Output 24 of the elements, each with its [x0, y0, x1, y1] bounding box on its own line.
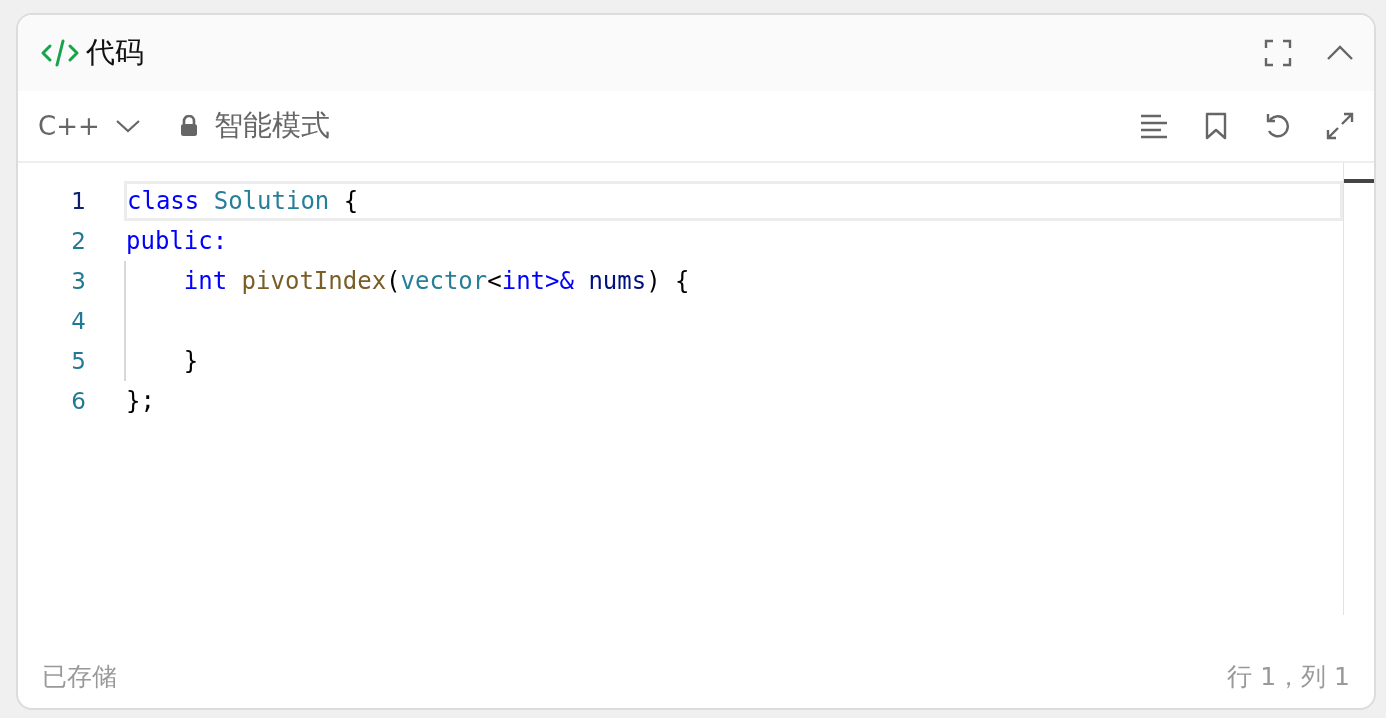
- code-icon: [40, 39, 80, 67]
- language-dropdown[interactable]: C++: [38, 111, 140, 141]
- lock-icon: [179, 115, 198, 137]
- line-number: 5: [70, 348, 86, 374]
- code-line: class Solution {: [127, 187, 359, 215]
- code-line: public:: [126, 227, 228, 255]
- saved-status: 已存储: [42, 660, 117, 693]
- line-number: 4: [70, 308, 86, 334]
- expand-arrows-icon[interactable]: [1326, 112, 1354, 140]
- line-number: 1: [70, 188, 86, 214]
- format-lines-icon[interactable]: [1140, 112, 1168, 140]
- fullscreen-icon[interactable]: [1264, 39, 1292, 67]
- code-line: }: [182, 347, 199, 375]
- line-number: 2: [70, 228, 86, 254]
- line-number: 6: [70, 388, 86, 414]
- chevron-down-icon: [115, 119, 140, 133]
- reset-icon[interactable]: [1264, 112, 1292, 140]
- code-line: };: [126, 387, 155, 415]
- mode-label[interactable]: 智能模式: [213, 106, 330, 146]
- code-editor[interactable]: 1 class Solution { 2 public: 3 int pivotIndex(vector<int>& nums) { 4 5 } 6 };: [18, 163, 1374, 644]
- line-number: 3: [70, 268, 86, 294]
- cursor-position: 行 1，列 1: [1227, 660, 1350, 693]
- panel-title: 代码: [86, 34, 144, 71]
- code-line: int pivotIndex(vector<int>& nums) {: [182, 267, 690, 295]
